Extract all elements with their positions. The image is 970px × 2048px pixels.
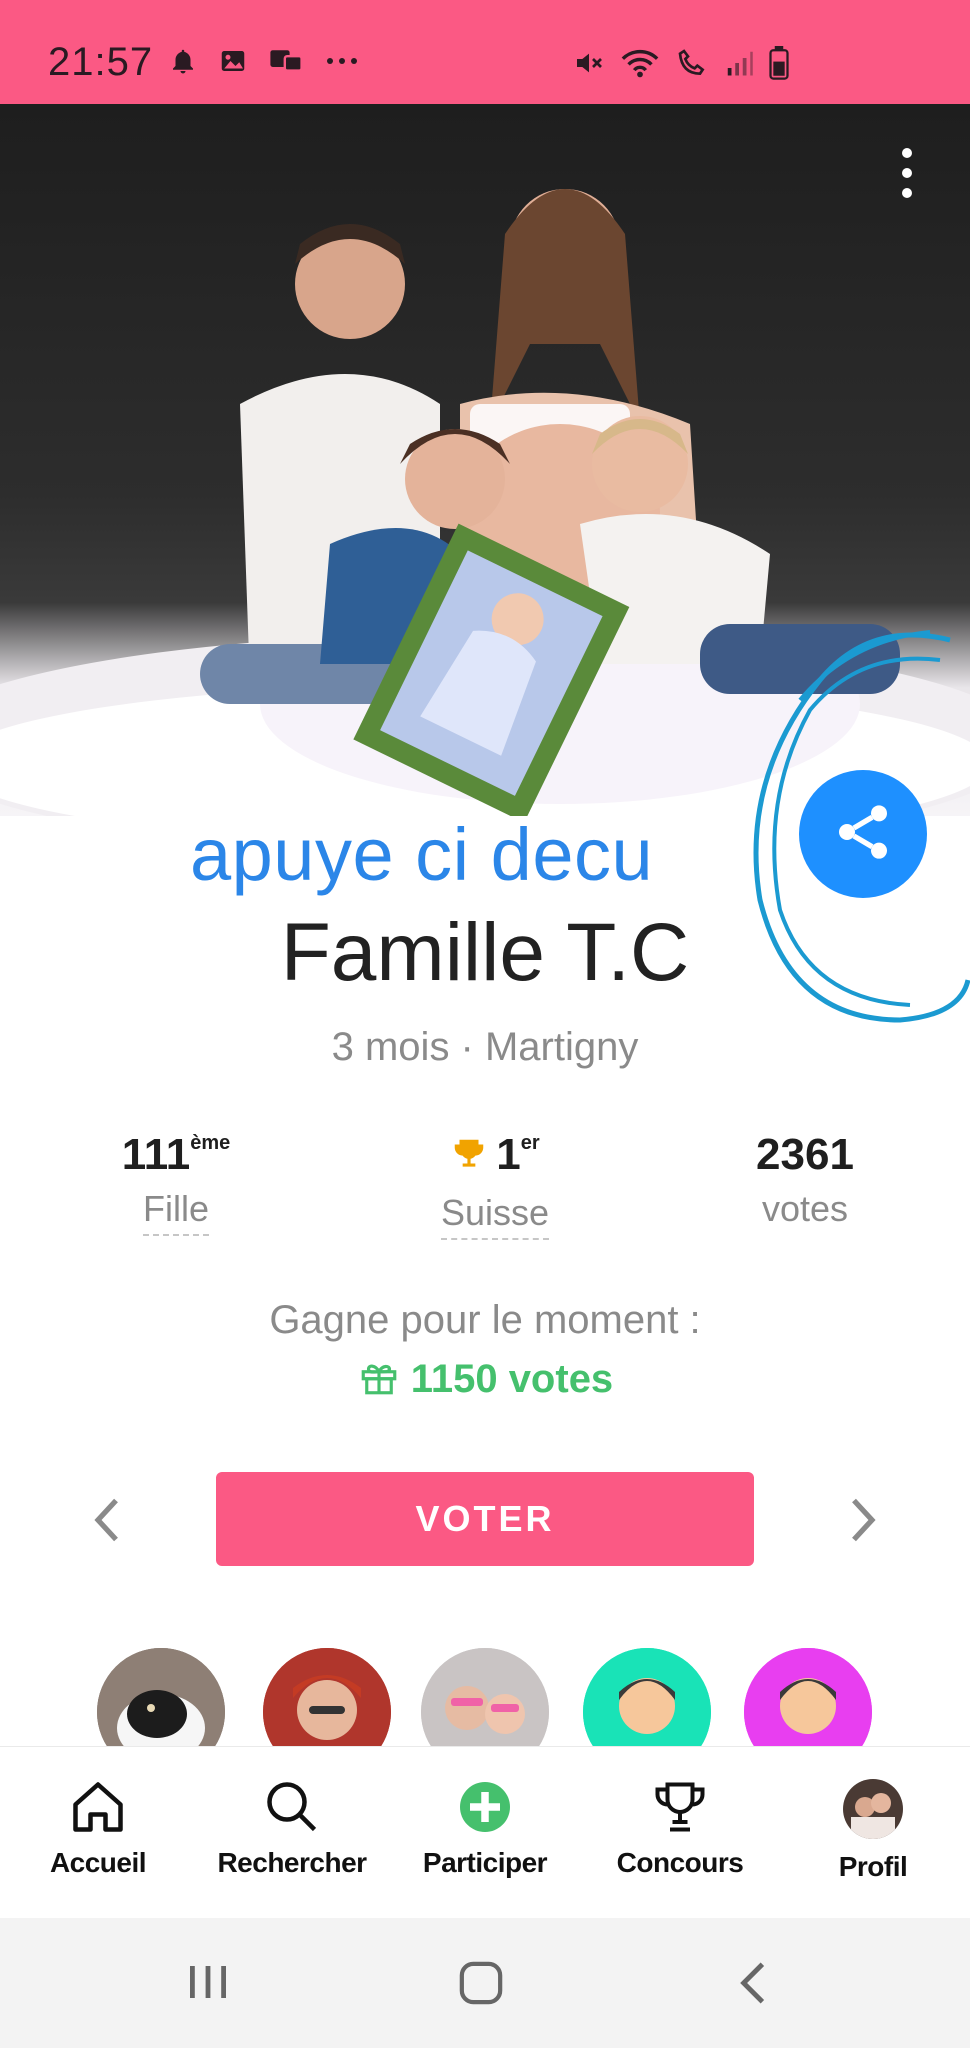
avatar[interactable] bbox=[744, 1648, 872, 1748]
avatar[interactable] bbox=[97, 1648, 225, 1748]
status-icons-right bbox=[572, 46, 790, 80]
nav-label: Participer bbox=[422, 1847, 548, 1878]
participant-avatars bbox=[0, 1648, 970, 1748]
recent-apps-icon[interactable] bbox=[186, 1962, 230, 2007]
profile-meta: 3 mois · Martigny bbox=[331, 1025, 639, 1069]
bell-icon bbox=[168, 46, 198, 76]
avatar[interactable] bbox=[583, 1648, 711, 1748]
trophy-icon bbox=[450, 1134, 488, 1184]
stat-country-label: Suisse bbox=[440, 1192, 550, 1240]
nav-item-accueil[interactable]: Accueil bbox=[8, 1777, 188, 1879]
nav-item-rechercher[interactable]: Rechercher bbox=[202, 1777, 382, 1879]
nav-label: Accueil bbox=[49, 1847, 147, 1878]
share-icon bbox=[831, 800, 895, 869]
avatar[interactable] bbox=[421, 1648, 549, 1748]
stat-country-value: 1 bbox=[496, 1130, 521, 1179]
more-options-icon[interactable] bbox=[902, 148, 912, 208]
nav-label: Concours bbox=[616, 1847, 744, 1878]
nav-item-profil[interactable]: Profil bbox=[783, 1777, 963, 1883]
status-time: 21:57 bbox=[48, 40, 154, 84]
more-dots-icon bbox=[324, 46, 360, 76]
nav-label: Rechercher bbox=[217, 1847, 367, 1878]
message-icon bbox=[268, 46, 304, 76]
stat-votes-value: 2361 bbox=[756, 1130, 854, 1179]
stat-rank-category[interactable]: 111ème Fille bbox=[96, 1130, 256, 1236]
profile-photo-icon bbox=[783, 1777, 963, 1841]
home-icon bbox=[8, 1777, 188, 1837]
image-icon bbox=[218, 46, 248, 76]
status-bar: 21:57 bbox=[0, 0, 970, 104]
wifi-icon bbox=[620, 47, 660, 79]
battery-icon bbox=[768, 46, 790, 80]
search-icon bbox=[202, 1777, 382, 1837]
profile-name: Famille T.C bbox=[280, 907, 690, 998]
gift-icon bbox=[357, 1356, 401, 1408]
trophy-icon bbox=[590, 1777, 770, 1837]
avatar[interactable] bbox=[263, 1648, 391, 1748]
mute-icon bbox=[572, 47, 606, 79]
back-icon[interactable] bbox=[738, 1960, 768, 2011]
overlay-annotation-text: apuye ci decu bbox=[190, 813, 654, 896]
nav-item-concours[interactable]: Concours bbox=[590, 1777, 770, 1879]
gain-value-row: 1150 votes bbox=[0, 1356, 970, 1408]
stat-votes-label: votes bbox=[761, 1188, 849, 1229]
previous-arrow-icon[interactable] bbox=[92, 1496, 122, 1549]
stat-rank-country[interactable]: 1er Suisse bbox=[415, 1130, 575, 1240]
add-circle-icon bbox=[395, 1777, 575, 1837]
bottom-navigation: Accueil Rechercher Participer Concours P… bbox=[0, 1746, 970, 1919]
next-arrow-icon[interactable] bbox=[848, 1496, 878, 1549]
stat-rank-suffix: ème bbox=[190, 1132, 231, 1154]
status-icons-left bbox=[168, 46, 360, 76]
gain-label: Gagne pour le moment : bbox=[269, 1298, 701, 1342]
share-button[interactable] bbox=[799, 770, 927, 898]
system-navigation-bar bbox=[0, 1918, 970, 2048]
stat-rank-label: Fille bbox=[142, 1188, 209, 1236]
signal-icon bbox=[724, 48, 754, 78]
home-button-icon[interactable] bbox=[458, 1960, 504, 2011]
stat-votes: 2361 votes bbox=[725, 1130, 885, 1230]
nav-item-participer[interactable]: Participer bbox=[395, 1777, 575, 1879]
call-icon bbox=[674, 47, 710, 79]
vote-button[interactable]: VOTER bbox=[216, 1472, 754, 1566]
stat-country-suffix: er bbox=[520, 1132, 540, 1154]
gain-value: 1150 votes bbox=[410, 1357, 614, 1401]
stat-rank-value: 111 bbox=[121, 1130, 191, 1179]
nav-label: Profil bbox=[838, 1851, 908, 1882]
